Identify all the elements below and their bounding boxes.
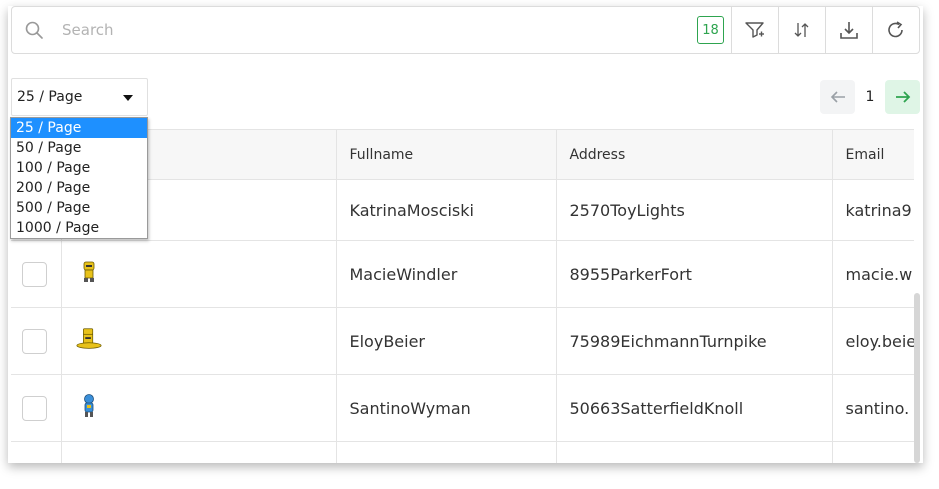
robot-avatar-icon [83,261,94,282]
filter-button[interactable] [731,7,778,53]
arrow-left-icon [830,91,845,103]
fullname-cell: KatrinaMosciski [336,179,557,241]
page-size-dropdown: 25 / Page 50 / Page 100 / Page 200 / Pag… [10,117,148,239]
refresh-button[interactable] [872,7,919,53]
avatar-cell [61,441,337,463]
pagination: 1 [820,80,920,114]
row-select-cell [11,374,62,442]
row-checkbox[interactable] [22,261,47,287]
sort-button[interactable] [778,7,825,53]
avatar-cell [61,240,337,308]
page-size-option[interactable]: 50 / Page [11,138,147,158]
table-toolbar: 18 [11,6,920,54]
page-size-option[interactable]: 1000 / Page [11,218,147,238]
download-icon [840,22,858,39]
vertical-scrollbar-thumb[interactable] [914,293,920,463]
column-header-address[interactable]: Address [556,129,833,180]
email-cell [832,441,914,463]
next-page-button[interactable] [885,80,920,114]
page-size-option[interactable]: 200 / Page [11,178,147,198]
result-count-badge: 18 [697,16,724,44]
email-cell: katrina9 [832,179,914,241]
robot-avatar-icon [75,328,102,349]
address-cell [556,441,833,463]
email-cell: macie.w [832,240,914,308]
row-checkbox[interactable] [22,328,47,354]
refresh-icon [888,21,903,38]
caret-down-icon [123,95,133,101]
download-button[interactable] [825,7,872,53]
address-cell: 50663SatterfieldKnoll [556,374,833,442]
table-row[interactable]: EloyBeier 75989EichmannTurnpike eloy.bei… [11,307,914,375]
page-size-option[interactable]: 500 / Page [11,198,147,218]
table-row[interactable]: SantinoWyman 50663SatterfieldKnoll santi… [11,374,914,442]
fullname-cell: MacieWindler [336,240,557,308]
row-select-cell [11,441,62,463]
current-page-number[interactable]: 1 [855,89,885,105]
email-cell: eloy.beie [832,307,914,375]
address-cell: 8955ParkerFort [556,240,833,308]
row-select-cell [11,307,62,375]
row-checkbox[interactable] [22,395,47,421]
search-icon [12,7,56,53]
column-header-email[interactable]: Email [832,129,914,180]
fullname-cell: EloyBeier [336,307,557,375]
filter-icon [745,22,764,38]
page-size-option[interactable]: 25 / Page [11,118,147,138]
page-size-option[interactable]: 100 / Page [11,158,147,178]
table-row[interactable]: MacieWindler 8955ParkerFort macie.w [11,240,914,308]
row-select-cell [11,240,62,308]
avatar-cell [61,307,337,375]
column-header-fullname[interactable]: Fullname [336,129,557,180]
robot-avatar-icon [83,394,94,417]
email-cell: santino. [832,374,914,442]
address-cell: 75989EichmannTurnpike [556,307,833,375]
avatar-cell [61,374,337,442]
fullname-cell: SantinoWyman [336,374,557,442]
address-cell: 2570ToyLights [556,179,833,241]
search-input[interactable] [56,8,697,52]
sort-icon [794,23,809,37]
table-row[interactable] [11,441,914,463]
fullname-cell [336,441,557,463]
page-size-value: 25 / Page [17,89,83,105]
previous-page-button[interactable] [820,80,855,114]
page-size-select[interactable]: 25 / Page [11,78,148,116]
arrow-right-icon [895,91,910,103]
